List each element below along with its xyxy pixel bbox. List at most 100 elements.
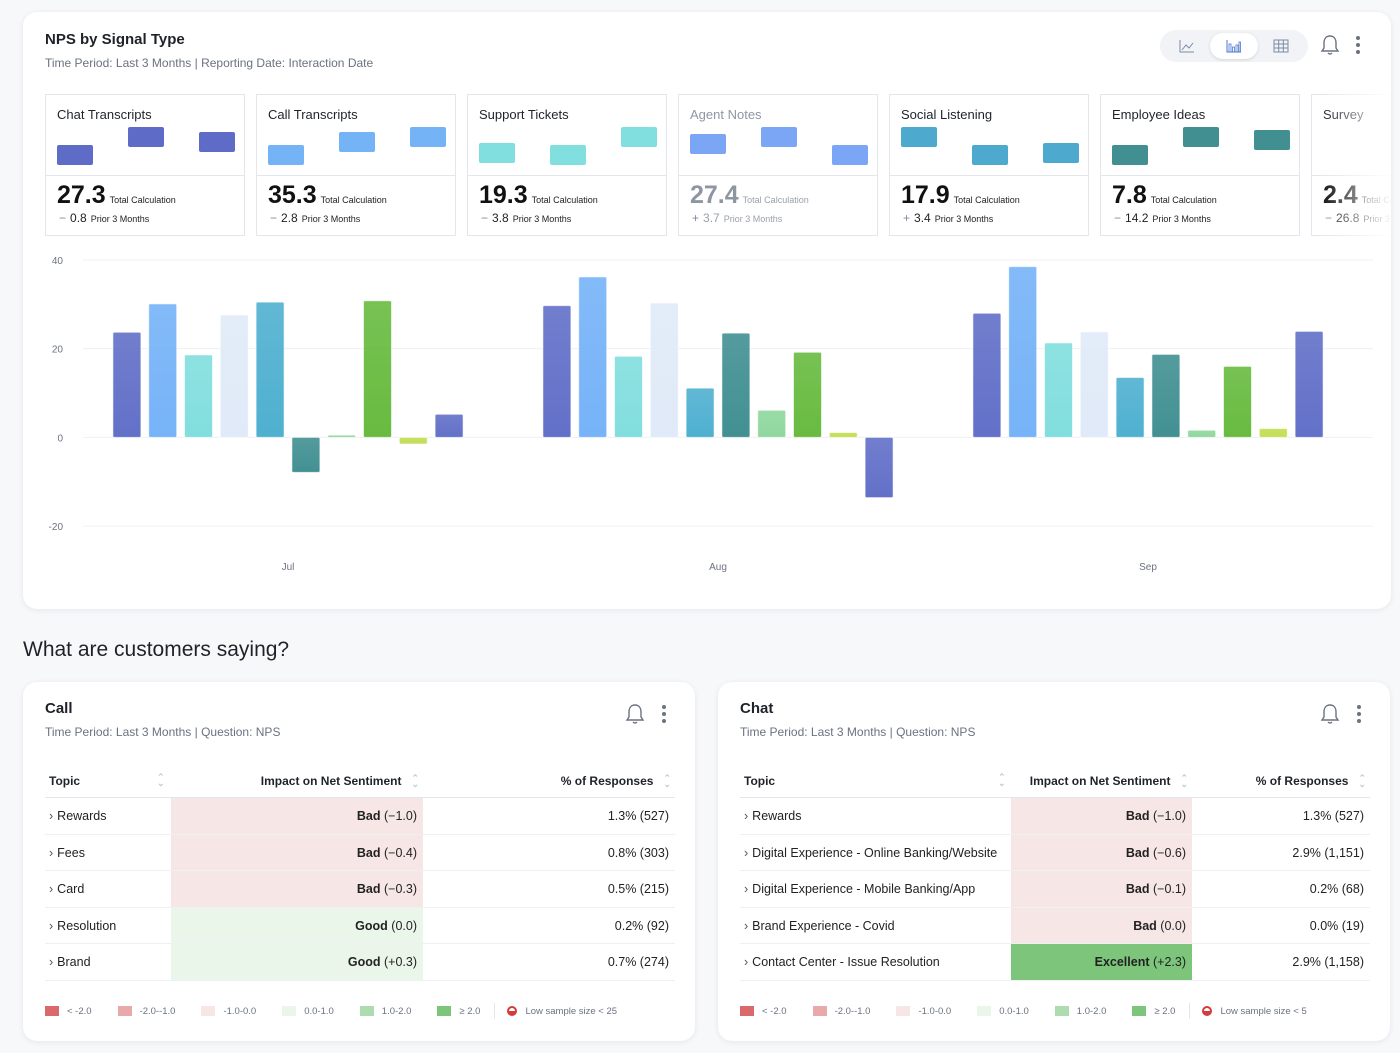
legend-label: < -2.0: [67, 1005, 92, 1017]
bar-aug-agent-notes[interactable]: [649, 302, 679, 438]
bar-aug-support-tickets[interactable]: [614, 355, 643, 438]
tile-prior: −2.8 Prior 3 Months: [270, 211, 360, 225]
table-row[interactable]: › Rewards Bad (−1.0) 1.3% (527): [45, 798, 675, 835]
bar-aug-social-listening[interactable]: [685, 387, 715, 438]
legend-label: ≥ 2.0: [459, 1005, 481, 1017]
table-row[interactable]: › Rewards Bad (−1.0) 1.3% (527): [740, 798, 1370, 835]
signal-tile[interactable]: Social Listening 17.9 Total Calculation +…: [889, 94, 1089, 236]
bar-jul-call-transcripts[interactable]: [148, 303, 178, 438]
impact-column-header[interactable]: Impact on Net Sentiment ⌃ ⌄: [171, 773, 423, 789]
line-chart-view-button[interactable]: [1163, 33, 1211, 59]
topic-column-header[interactable]: Topic: [49, 774, 80, 788]
bar-sep-series-10[interactable]: [1294, 330, 1324, 438]
alert-bell-button[interactable]: [1319, 33, 1341, 57]
signal-tile[interactable]: Agent Notes 27.4 Total Calculation +3.7 Pr…: [678, 94, 878, 236]
topic-cell[interactable]: › Digital Experience - Mobile Banking/App: [744, 882, 975, 896]
bar-jul-social-listening[interactable]: [255, 301, 285, 438]
signal-tile[interactable]: Support Tickets 19.3 Total Calculation −3…: [467, 94, 667, 236]
table-row[interactable]: › Brand Experience - Covid Bad (0.0) 0.0%…: [740, 907, 1370, 945]
bar-aug-series-9[interactable]: [828, 431, 858, 438]
tile-name: Support Tickets: [479, 107, 569, 122]
topic-sort-button[interactable]: ⌃ ⌄: [157, 773, 165, 788]
bar-sep-series-7[interactable]: [1187, 429, 1217, 438]
bar-aug-employee-ideas[interactable]: [721, 332, 751, 438]
pct-column-header[interactable]: % of Responses ⌃ ⌄: [561, 774, 671, 789]
bar-jul-support-tickets[interactable]: [184, 354, 213, 438]
topic-cell[interactable]: › Rewards: [744, 809, 802, 823]
bar-aug-series-7[interactable]: [757, 409, 787, 438]
bar-sep-support-tickets[interactable]: [1044, 342, 1073, 438]
signal-tile[interactable]: Employee Ideas 7.8 Total Calculation −14.…: [1100, 94, 1300, 236]
legend-label: 0.0-1.0: [304, 1005, 334, 1017]
delta-sign-icon: +: [903, 211, 911, 225]
bar-jul-series-10[interactable]: [434, 413, 464, 438]
topic-cell[interactable]: › Contact Center - Issue Resolution: [744, 955, 940, 969]
alert-bell-button[interactable]: [624, 702, 646, 726]
topic-label: Brand: [57, 955, 91, 970]
nps-by-signal-type-card: NPS by Signal Type Time Period: Last 3 M…: [23, 12, 1391, 609]
bar-jul-agent-notes[interactable]: [219, 314, 249, 438]
signal-tile[interactable]: Chat Transcripts 27.3 Total Calculation −…: [45, 94, 245, 236]
tile-sparkbars: [268, 125, 446, 175]
more-options-button[interactable]: [1348, 702, 1370, 726]
tile-prior-value: 3.4: [914, 211, 931, 225]
topic-cell[interactable]: › Digital Experience - Online Banking/Web…: [744, 846, 997, 860]
bar-chart-view-button[interactable]: [1210, 33, 1258, 59]
bar-chart-icon: [1226, 40, 1241, 53]
bar-jul-series-9[interactable]: [398, 436, 428, 445]
bar-sep-series-9[interactable]: [1258, 427, 1288, 438]
table-row[interactable]: › Contact Center - Issue Resolution Excel…: [740, 944, 1370, 981]
signal-tile[interactable]: Survey 2.4Total Calculation −26.8Prior 3…: [1311, 94, 1391, 236]
table-row[interactable]: › Digital Experience - Mobile Banking/App…: [740, 871, 1370, 908]
sort-icon: ⌃ ⌄: [411, 773, 419, 789]
topic-label: Digital Experience - Mobile Banking/App: [752, 882, 976, 897]
bar-aug-call-transcripts[interactable]: [578, 276, 608, 438]
bar-aug-series-10[interactable]: [864, 436, 894, 499]
legend-item: -1.0-0.0: [201, 1006, 256, 1017]
x-tick-label: Aug: [709, 562, 727, 573]
bar-aug-chat-transcripts[interactable]: [542, 305, 572, 438]
impact-label: Bad: [1125, 809, 1150, 823]
signal-tile[interactable]: Call Transcripts 35.3 Total Calculation −…: [256, 94, 456, 236]
bar-sep-chat-transcripts[interactable]: [972, 312, 1002, 438]
pct-column-header[interactable]: % of Responses ⌃ ⌄: [1256, 774, 1366, 789]
bar-sep-social-listening[interactable]: [1115, 376, 1145, 438]
bar-jul-chat-transcripts[interactable]: [112, 331, 142, 438]
topic-column-header[interactable]: Topic: [744, 774, 775, 788]
topic-cell[interactable]: › Brand: [49, 955, 91, 969]
bar-jul-employee-ideas[interactable]: [291, 436, 321, 473]
topic-table: Topic ⌃ ⌄ Impact on Net Sentiment ⌃ ⌄ % of …: [740, 766, 1370, 981]
tile-value-number: 27.3: [57, 181, 106, 209]
bar-aug-series-8[interactable]: [793, 351, 822, 438]
topic-cell[interactable]: › Resolution: [49, 919, 116, 933]
bar-jul-series-8[interactable]: [363, 300, 392, 438]
table-icon: [1273, 39, 1289, 53]
impact-value: (−0.3): [383, 882, 417, 897]
table-row[interactable]: › Fees Bad (−0.4) 0.8% (303): [45, 834, 675, 872]
topic-cell[interactable]: › Fees: [49, 846, 85, 860]
tile-value-number: 27.4: [690, 181, 739, 209]
header-label: Impact on Net Sentiment: [1029, 774, 1171, 788]
bar-sep-series-8[interactable]: [1223, 365, 1252, 438]
impact-column-header[interactable]: Impact on Net Sentiment ⌃ ⌄: [1011, 774, 1192, 789]
table-row[interactable]: › Brand Good (+0.3) 0.7% (274): [45, 944, 675, 981]
more-options-button[interactable]: [1347, 33, 1369, 57]
more-vertical-icon: [1357, 705, 1361, 723]
table-row[interactable]: › Card Bad (−0.3) 0.5% (215): [45, 871, 675, 908]
bar-sep-call-transcripts[interactable]: [1008, 266, 1038, 438]
table-row[interactable]: › Resolution Good (0.0) 0.2% (92): [45, 907, 675, 945]
tile-spark-bar: [479, 143, 515, 164]
alert-bell-button[interactable]: [1319, 702, 1341, 726]
bar-sep-employee-ideas[interactable]: [1151, 353, 1181, 438]
topic-cell[interactable]: › Card: [49, 882, 84, 896]
table-row[interactable]: › Digital Experience - Online Banking/Web…: [740, 834, 1370, 872]
more-options-button[interactable]: [653, 702, 675, 726]
tile-sparkbars: [479, 125, 657, 175]
bar-sep-agent-notes[interactable]: [1079, 331, 1109, 438]
delta-sign-icon: −: [1325, 211, 1333, 225]
topic-cell[interactable]: › Rewards: [49, 809, 107, 823]
topic-cell[interactable]: › Brand Experience - Covid: [744, 919, 895, 933]
table-view-button[interactable]: [1257, 33, 1305, 59]
topic-sort-button[interactable]: ⌃ ⌄: [998, 773, 1006, 788]
bar-jul-series-7[interactable]: [327, 434, 357, 438]
